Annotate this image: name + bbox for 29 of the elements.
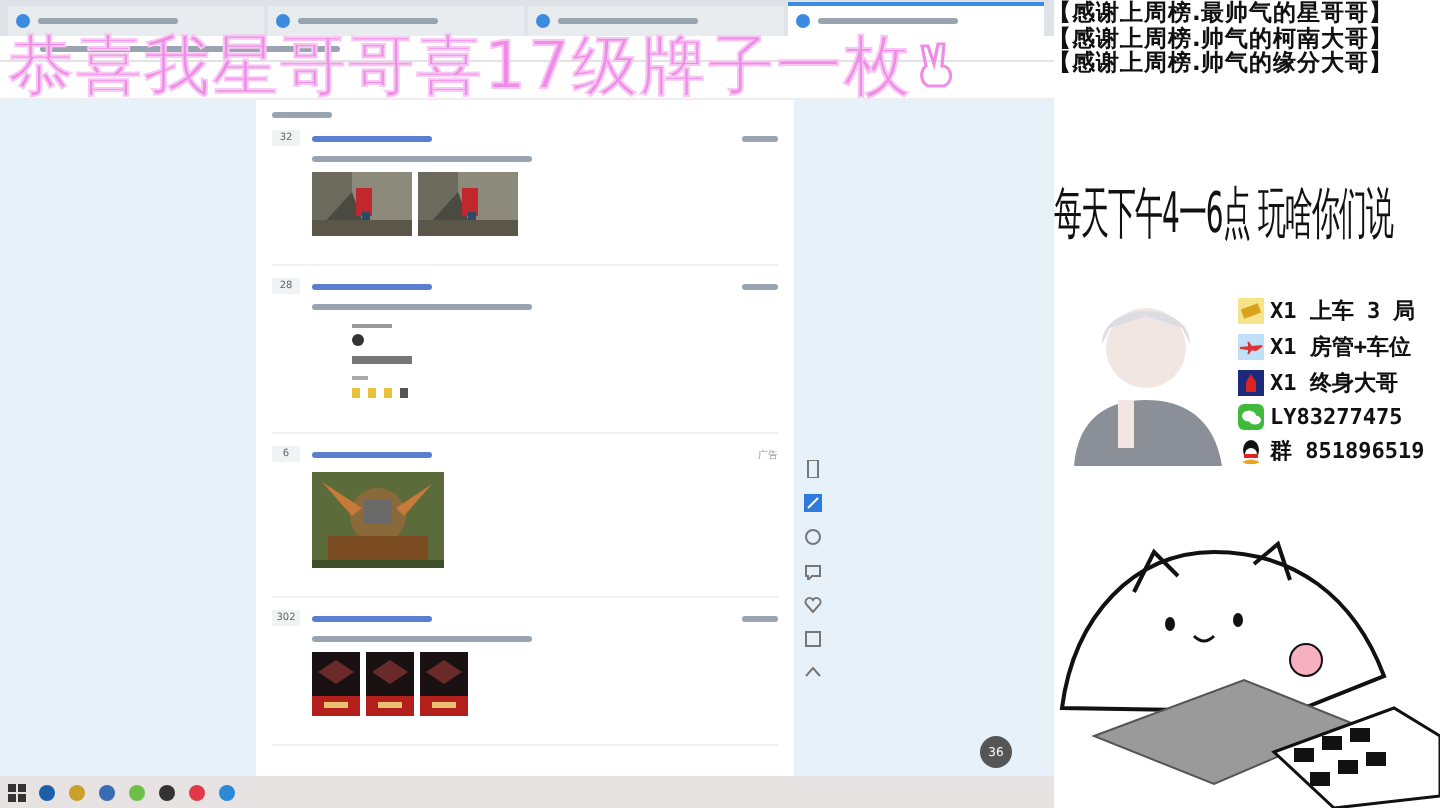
post-title [312, 135, 432, 141]
perk-text: X1 房管+车位 [1270, 331, 1411, 361]
text-line [272, 112, 332, 118]
back-to-top-icon[interactable] [803, 664, 821, 682]
post-title [312, 283, 432, 289]
qq-icon [1238, 437, 1264, 463]
rocket-icon [1238, 369, 1264, 395]
comment-icon[interactable] [803, 562, 821, 580]
perk-text: LY83277475 [1270, 403, 1403, 429]
thanks-text: 【感谢上周榜.帅气的缘分大哥】 [1048, 50, 1395, 75]
perk-text: 群 851896519 [1270, 435, 1425, 465]
browser-tab[interactable] [788, 2, 1044, 36]
ticket-icon [1238, 297, 1264, 323]
wechat-icon [1238, 403, 1264, 429]
perk-text: X1 终身大哥 [1270, 367, 1398, 397]
post-title [312, 615, 432, 621]
refresh-icon[interactable] [803, 528, 821, 546]
plane-icon [1238, 333, 1264, 359]
thanks-text: 【感谢上周榜.最帅气的星哥哥】 [1048, 0, 1395, 25]
windows-icon[interactable] [8, 783, 26, 801]
heart-icon[interactable] [803, 596, 821, 614]
perk-text: X1 上车 3 局 [1270, 295, 1416, 325]
schedule-text: 每天下午4一6点 玩啥你们说 [1054, 183, 1393, 247]
browser-tab[interactable] [268, 6, 524, 36]
post-title [312, 451, 432, 457]
thanks-text: 【感谢上周榜.帅气的柯南大哥】 [1048, 25, 1395, 50]
browser-tab[interactable] [528, 6, 784, 36]
edit-icon[interactable] [803, 494, 821, 512]
browser-tab[interactable] [8, 6, 264, 36]
